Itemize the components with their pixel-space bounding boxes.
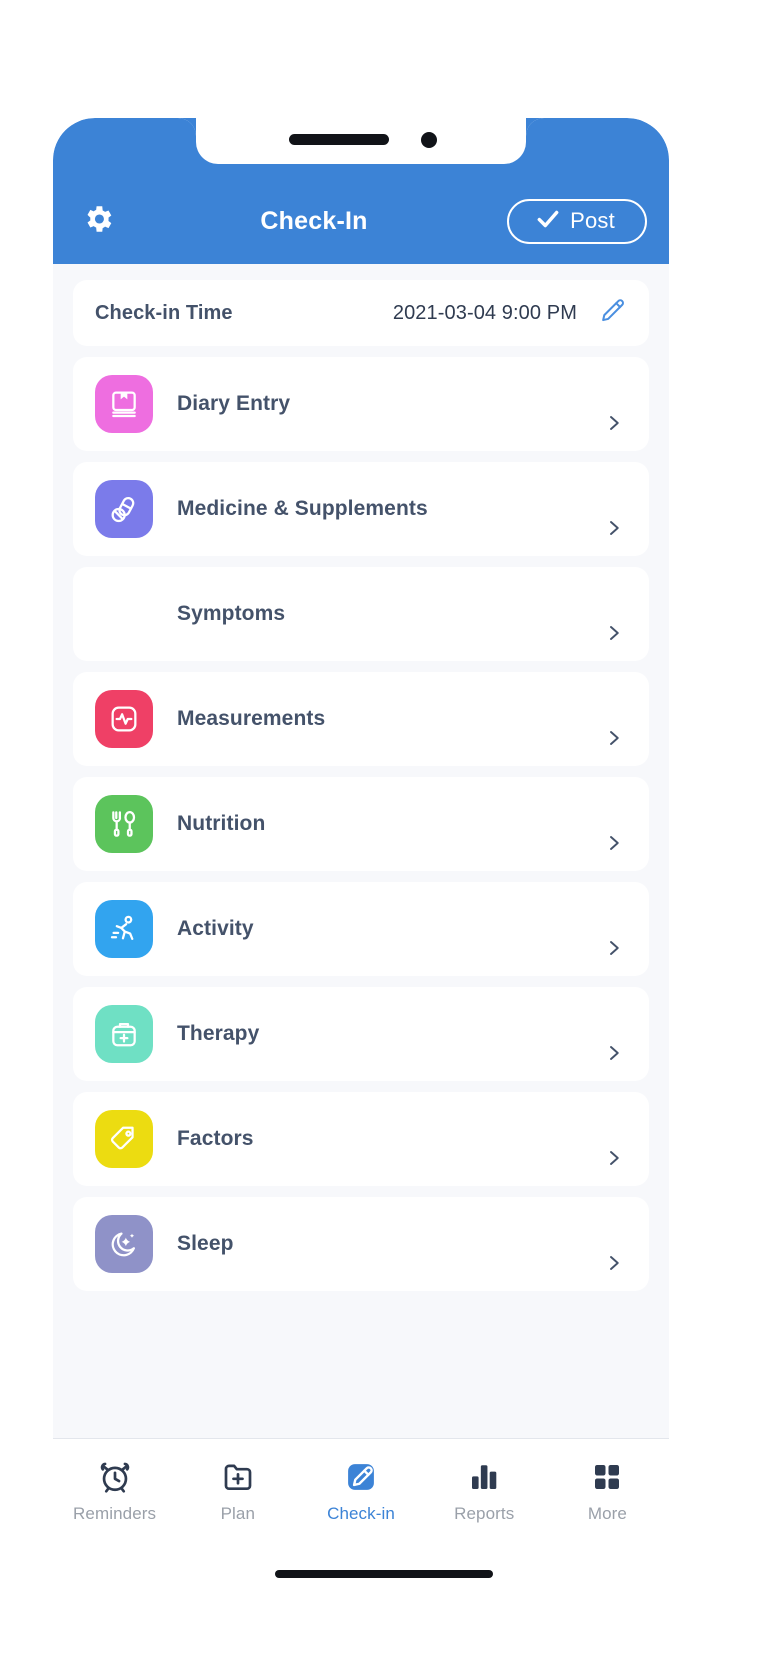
list-item[interactable]: Diary Entry — [73, 357, 649, 451]
check-in-time-label: Check-in Time — [95, 301, 233, 324]
list-item-label: Symptoms — [177, 602, 286, 625]
phone-frame: Check-In Post Check-in Time 2021-03-04 9… — [53, 118, 669, 1438]
check-in-time-value: 2021-03-04 9:00 PM — [392, 301, 577, 324]
pills-icon — [95, 480, 153, 538]
tab-label: Check-in — [327, 1504, 395, 1523]
chevron-right-icon[interactable] — [605, 1044, 623, 1062]
chevron-right-icon[interactable] — [605, 414, 623, 432]
home-indicator — [275, 1570, 493, 1578]
tab-check-in[interactable]: Check-in — [299, 1457, 422, 1524]
gear-icon — [81, 202, 115, 241]
diary-icon — [95, 375, 153, 433]
heartbeat-icon — [95, 690, 153, 748]
list-item-label: Factors — [177, 1127, 254, 1150]
grid-icon — [587, 1457, 627, 1497]
list-item[interactable]: Sleep — [73, 1197, 649, 1291]
tab-label: Reminders — [73, 1504, 157, 1523]
chevron-right-icon[interactable] — [605, 519, 623, 537]
checkin-list: Check-in Time 2021-03-04 9:00 PM Diary E… — [53, 264, 669, 1392]
check-in-time-row[interactable]: Check-in Time 2021-03-04 9:00 PM — [73, 280, 649, 346]
list-item[interactable]: Activity — [73, 882, 649, 976]
tab-plan[interactable]: Plan — [176, 1457, 299, 1524]
symptoms-icon — [95, 585, 153, 643]
tab-reminders[interactable]: Reminders — [53, 1457, 176, 1524]
check-icon — [535, 206, 561, 237]
tab-reports[interactable]: Reports — [423, 1457, 546, 1524]
bottom-tab-bar: Reminders Plan Check-in Reports More — [53, 1438, 669, 1663]
list-item-label: Therapy — [177, 1022, 260, 1045]
running-icon — [95, 900, 153, 958]
chevron-right-icon[interactable] — [605, 939, 623, 957]
app-header: Check-In Post — [53, 118, 669, 264]
post-button[interactable]: Post — [507, 198, 647, 244]
moon-stars-icon — [95, 1215, 153, 1273]
post-button-label: Post — [570, 208, 615, 233]
list-item[interactable]: Factors — [73, 1092, 649, 1186]
pencil-icon — [599, 297, 626, 329]
tab-more[interactable]: More — [546, 1457, 669, 1524]
list-item-label: Diary Entry — [177, 392, 291, 415]
tab-label: More — [587, 1504, 627, 1523]
list-item[interactable]: Therapy — [73, 987, 649, 1081]
list-item[interactable]: Nutrition — [73, 777, 649, 871]
list-item[interactable]: Symptoms — [73, 567, 649, 661]
chevron-right-icon[interactable] — [605, 1254, 623, 1272]
header-bar: Check-In Post — [53, 178, 669, 264]
list-item[interactable]: Medicine & Supplements — [73, 462, 649, 556]
chevron-right-icon[interactable] — [605, 624, 623, 642]
list-item-label: Activity — [177, 917, 254, 940]
list-item[interactable]: Measurements — [73, 672, 649, 766]
chevron-right-icon[interactable] — [605, 834, 623, 852]
tab-label: Plan — [220, 1504, 256, 1523]
medkit-icon — [95, 1005, 153, 1063]
list-item-label: Nutrition — [177, 812, 266, 835]
list-item-label: Sleep — [177, 1232, 234, 1255]
pencil-square-icon — [341, 1457, 381, 1497]
notch-corner-right — [526, 118, 544, 136]
settings-button[interactable] — [75, 198, 121, 244]
folder-plus-icon — [218, 1457, 258, 1497]
earpiece-speaker — [289, 134, 389, 145]
cutlery-icon — [95, 795, 153, 853]
list-item-label: Measurements — [177, 707, 326, 730]
chevron-right-icon[interactable] — [605, 1149, 623, 1167]
tag-icon — [95, 1110, 153, 1168]
page-title: Check-In — [260, 206, 368, 235]
front-camera — [421, 132, 437, 148]
chevron-right-icon[interactable] — [605, 729, 623, 747]
alarm-clock-icon — [95, 1457, 135, 1497]
list-item-label: Medicine & Supplements — [177, 497, 428, 520]
edit-time-button[interactable] — [597, 298, 627, 328]
notch-corner-left — [178, 118, 196, 136]
bar-chart-icon — [464, 1457, 504, 1497]
tab-label: Reports — [454, 1504, 515, 1523]
